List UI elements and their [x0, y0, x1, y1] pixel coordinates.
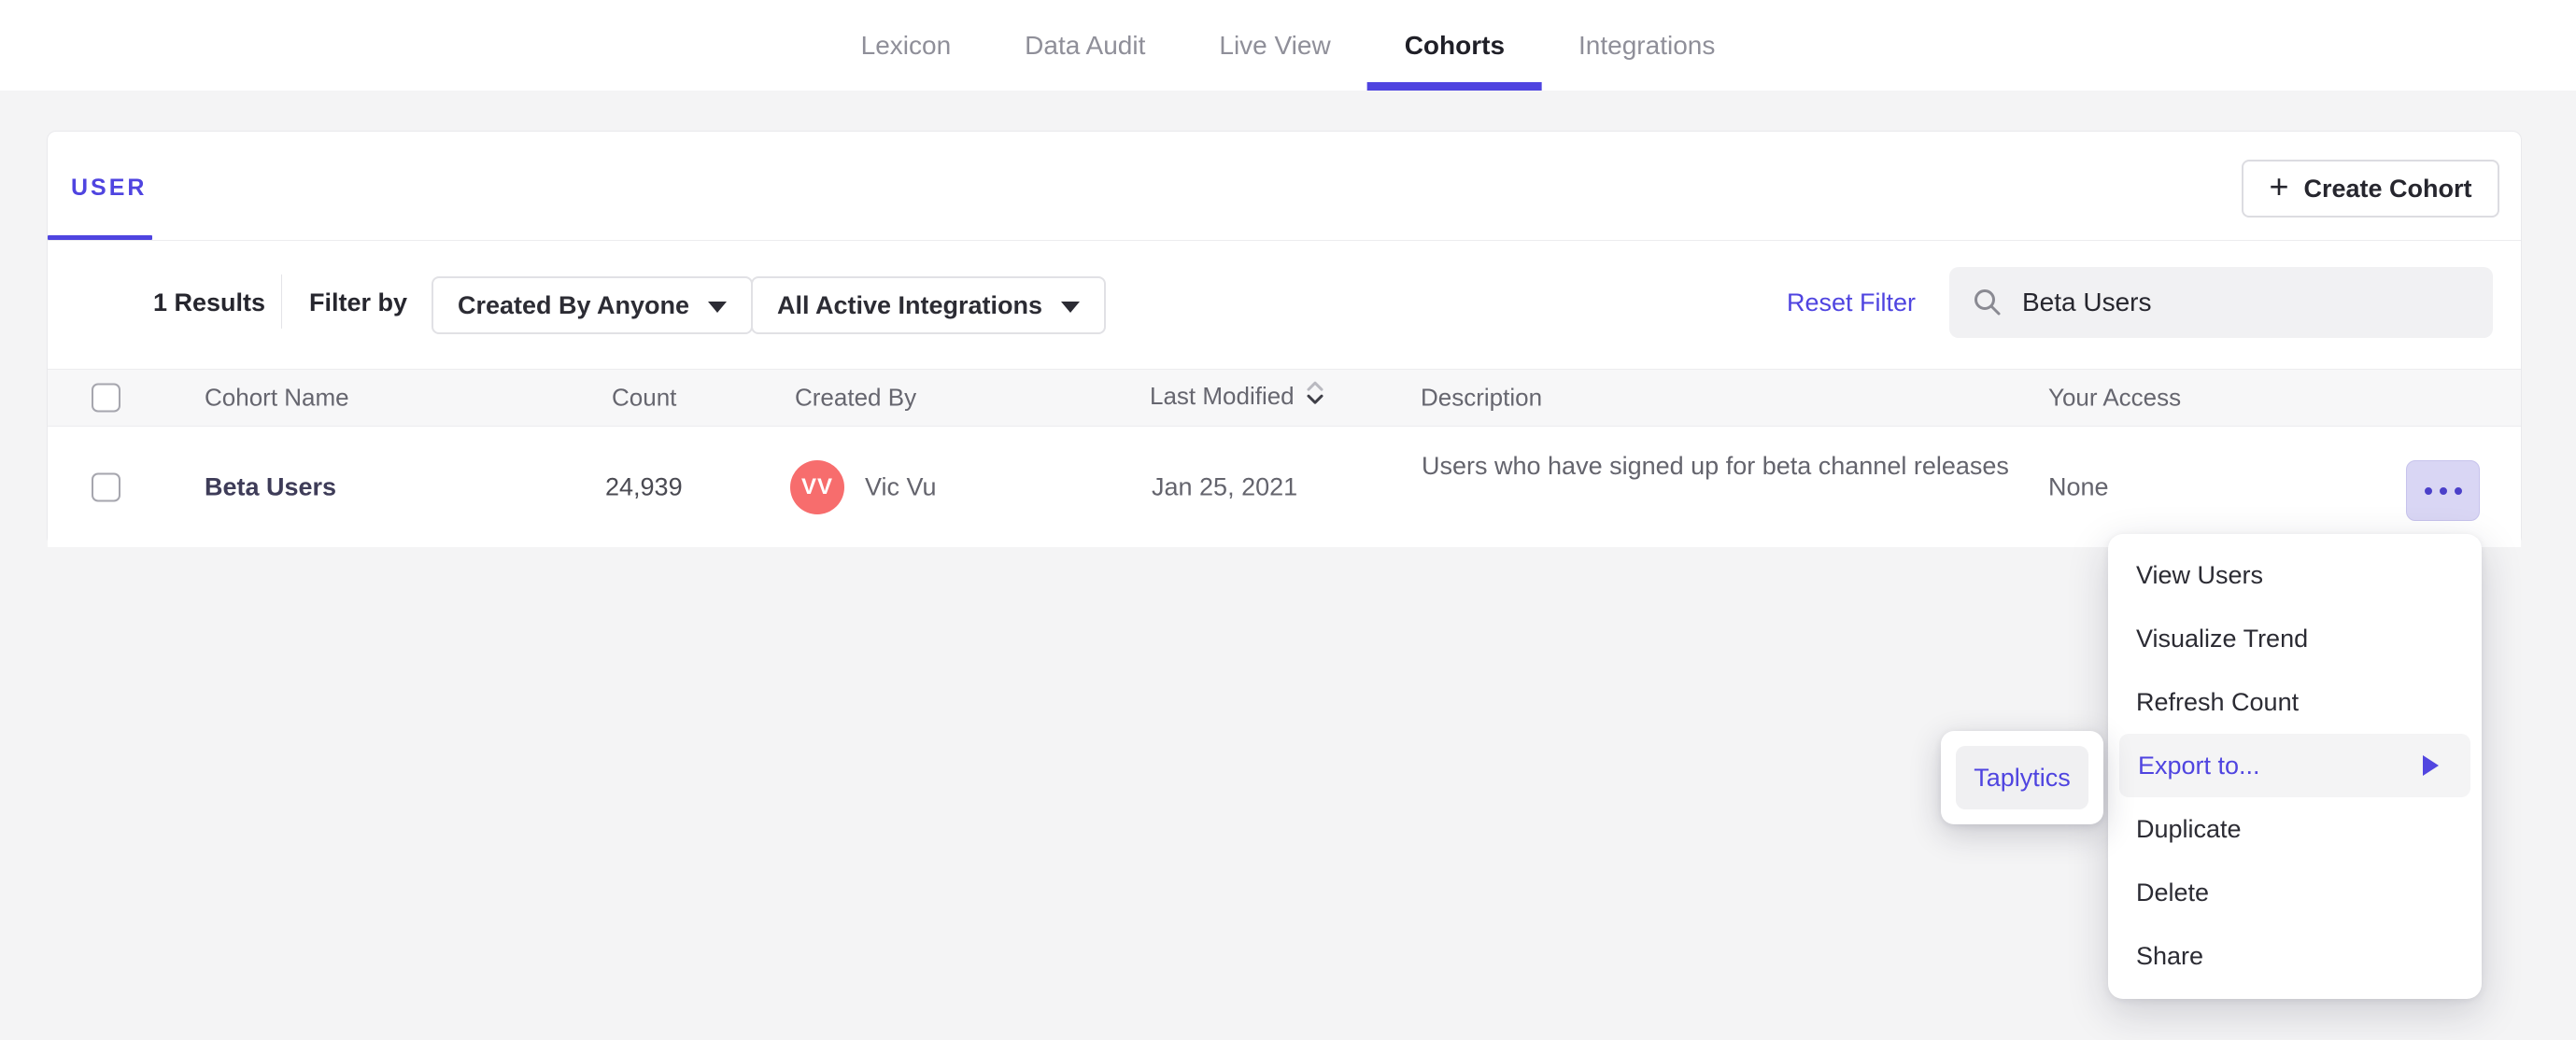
results-count: 1 Results: [153, 288, 266, 316]
header-your-access: Your Access: [2048, 383, 2182, 412]
row-checkbox[interactable]: [92, 472, 120, 501]
ellipsis-icon: [2424, 486, 2432, 495]
row-actions-button[interactable]: [2406, 460, 2480, 521]
menu-item-export-to-label: Export to...: [2138, 751, 2260, 780]
header-count: Count: [612, 383, 677, 412]
sort-icon[interactable]: [1304, 379, 1326, 414]
header-last-modified[interactable]: Last Modified: [1150, 379, 1326, 414]
table-row: Beta Users 24,939 VV Vic Vu Jan 25, 2021…: [48, 427, 2521, 547]
plus-icon: +: [2269, 167, 2289, 205]
last-modified-date: Jan 25, 2021: [1152, 472, 1298, 500]
chevron-down-icon: [1061, 301, 1081, 313]
integrations-filter-value: All Active Integrations: [777, 290, 1043, 319]
filter-by-label: Filter by: [309, 288, 408, 316]
top-nav-bar: Lexicon Data Audit Live View Cohorts Int…: [0, 0, 2576, 91]
created-by-name: Vic Vu: [865, 472, 937, 500]
cohorts-screen: Lexicon Data Audit Live View Cohorts Int…: [0, 0, 2576, 1040]
tab-user[interactable]: USER: [71, 175, 147, 202]
menu-item-view-users[interactable]: View Users: [2108, 543, 2482, 607]
your-access-value: None: [2048, 472, 2109, 500]
reset-filter-link[interactable]: Reset Filter: [1787, 288, 1916, 317]
cohorts-card: USER + Create Cohort 1 Results Filter by…: [47, 131, 2522, 547]
menu-item-share[interactable]: Share: [2108, 924, 2482, 988]
menu-item-delete[interactable]: Delete: [2108, 861, 2482, 924]
avatar: VV: [790, 460, 844, 514]
header-cohort-name: Cohort Name: [205, 383, 349, 412]
search-input[interactable]: Beta Users: [1949, 267, 2493, 338]
nav-tabs: Lexicon Data Audit Live View Cohorts Int…: [861, 0, 1715, 91]
cohort-description: Users who have signed up for beta channe…: [1422, 452, 2009, 480]
header-last-modified-label: Last Modified: [1150, 382, 1295, 411]
header-description: Description: [1421, 383, 1543, 412]
created-by-filter-dropdown[interactable]: Created By Anyone: [432, 276, 754, 334]
table-header-row: Cohort Name Count Created By Last Modifi…: [48, 369, 2521, 427]
row-context-menu: View Users Visualize Trend Refresh Count…: [2108, 534, 2482, 999]
search-icon: [1974, 289, 2001, 316]
search-input-value: Beta Users: [2022, 288, 2152, 316]
nav-tab-cohorts[interactable]: Cohorts: [1366, 0, 1543, 91]
nav-tab-data-audit[interactable]: Data Audit: [1025, 0, 1145, 91]
created-by-filter-value: Created By Anyone: [458, 290, 690, 319]
create-cohort-label: Create Cohort: [2303, 174, 2472, 203]
nav-tab-integrations[interactable]: Integrations: [1578, 0, 1715, 91]
nav-tab-live-view[interactable]: Live View: [1219, 0, 1330, 91]
cohort-count: 24,939: [605, 472, 683, 500]
menu-item-visualize-trend[interactable]: Visualize Trend: [2108, 607, 2482, 670]
nav-tab-lexicon[interactable]: Lexicon: [861, 0, 952, 91]
submenu-arrow-icon: [2423, 755, 2439, 776]
cohort-name-link[interactable]: Beta Users: [205, 472, 336, 501]
create-cohort-button[interactable]: + Create Cohort: [2242, 160, 2499, 218]
menu-item-duplicate[interactable]: Duplicate: [2108, 797, 2482, 861]
card-divider: [48, 240, 2521, 241]
export-submenu: Taplytics: [1941, 731, 2103, 824]
chevron-down-icon: [708, 301, 728, 313]
integrations-filter-dropdown[interactable]: All Active Integrations: [751, 276, 1107, 334]
submenu-item-taplytics[interactable]: Taplytics: [1956, 746, 2088, 809]
menu-item-export-to[interactable]: Export to...: [2119, 734, 2470, 797]
select-all-checkbox[interactable]: [92, 383, 120, 413]
header-created-by: Created By: [795, 383, 917, 412]
filter-divider: [281, 274, 282, 329]
menu-item-refresh-count[interactable]: Refresh Count: [2108, 670, 2482, 734]
